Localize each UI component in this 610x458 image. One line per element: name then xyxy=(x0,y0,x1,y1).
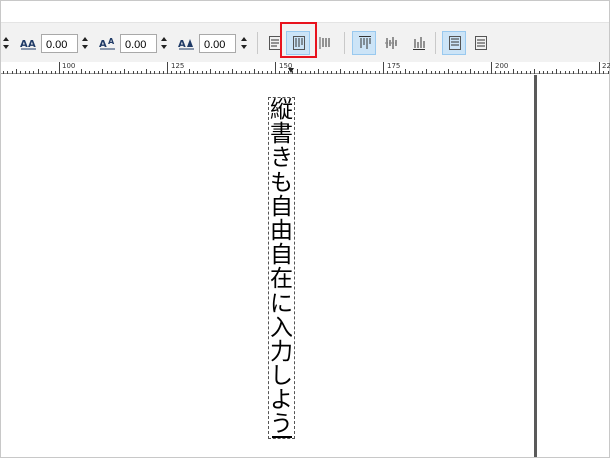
align-bottom-icon xyxy=(413,37,425,50)
letter-spacing-icon: AA xyxy=(20,35,38,51)
text-char: よ xyxy=(270,387,293,414)
spin-down-icon[interactable] xyxy=(239,43,249,52)
word-spacing-icon: AA xyxy=(99,35,117,51)
spin-down-icon[interactable] xyxy=(80,43,90,52)
toolbar-separator xyxy=(344,32,345,54)
svg-text:A: A xyxy=(99,39,107,50)
word-spacing-input[interactable] xyxy=(120,34,157,53)
ruler-ticks xyxy=(3,62,609,74)
align-top-button[interactable] xyxy=(352,31,376,55)
vertical-text[interactable]: 縦 書 き も 自 由 自 在 に 入 力 し よ う xyxy=(269,98,294,437)
text-char: 入 xyxy=(270,314,293,341)
text-char: き xyxy=(270,145,293,172)
text-char: 自 xyxy=(270,242,293,269)
vertical-text-rtl-icon xyxy=(319,37,330,49)
text-char: 由 xyxy=(270,217,293,244)
align-bottom-button[interactable] xyxy=(406,31,430,55)
document-canvas[interactable] xyxy=(1,75,609,457)
svg-text:A: A xyxy=(20,39,28,50)
toolbar-separator xyxy=(435,32,436,54)
ruler-label: 125 xyxy=(171,62,185,70)
svg-text:A: A xyxy=(28,39,36,50)
ruler-label: 100 xyxy=(62,62,76,70)
partial-spinner-arrows[interactable] xyxy=(1,34,11,52)
horizontal-ruler: 100 125 150 175 200 22 xyxy=(1,62,610,74)
text-char: も xyxy=(270,169,293,196)
align-center-icon xyxy=(385,37,397,49)
spin-down-icon[interactable] xyxy=(1,43,11,52)
svg-text:A: A xyxy=(108,37,115,46)
word-spacing-spinner[interactable] xyxy=(159,34,169,52)
vertical-text-frame[interactable]: 縦 書 き も 自 由 自 在 に 入 力 し よ う xyxy=(268,97,295,439)
sideways-orientation-icon xyxy=(475,36,487,50)
ruler-label: 150 xyxy=(279,62,293,70)
spin-up-icon[interactable] xyxy=(80,34,90,43)
spin-up-icon[interactable] xyxy=(1,34,11,43)
ruler-label: 22 xyxy=(602,62,610,70)
text-char: 力 xyxy=(270,338,293,365)
ruler-label: 200 xyxy=(495,62,509,70)
text-char: 自 xyxy=(270,193,293,220)
text-char: う xyxy=(270,411,293,438)
text-char: し xyxy=(270,363,293,390)
svg-text:A: A xyxy=(178,39,186,50)
spin-up-icon[interactable] xyxy=(159,34,169,43)
kerning-icon: A xyxy=(178,35,196,51)
letter-spacing-input[interactable] xyxy=(41,34,78,53)
text-char: に xyxy=(270,290,293,317)
kerning-spinner[interactable] xyxy=(239,34,249,52)
text-orientation-upright-button[interactable] xyxy=(442,31,466,55)
toolbar-separator xyxy=(257,32,258,54)
text-char: 在 xyxy=(270,266,293,293)
spin-up-icon[interactable] xyxy=(239,34,249,43)
spin-down-icon[interactable] xyxy=(159,43,169,52)
vertical-text-button-highlight xyxy=(280,22,317,58)
ruler-label: 175 xyxy=(387,62,401,70)
kerning-input[interactable] xyxy=(199,34,236,53)
text-orientation-sideways-button[interactable] xyxy=(468,31,492,55)
page-boundary xyxy=(534,75,537,457)
upright-orientation-icon xyxy=(449,36,461,50)
letter-spacing-spinner[interactable] xyxy=(80,34,90,52)
align-top-icon xyxy=(359,36,371,49)
align-center-button[interactable] xyxy=(378,31,402,55)
text-cursor-underline xyxy=(272,436,292,438)
text-char: 書 xyxy=(270,121,293,148)
text-char: 縦 xyxy=(270,97,293,123)
